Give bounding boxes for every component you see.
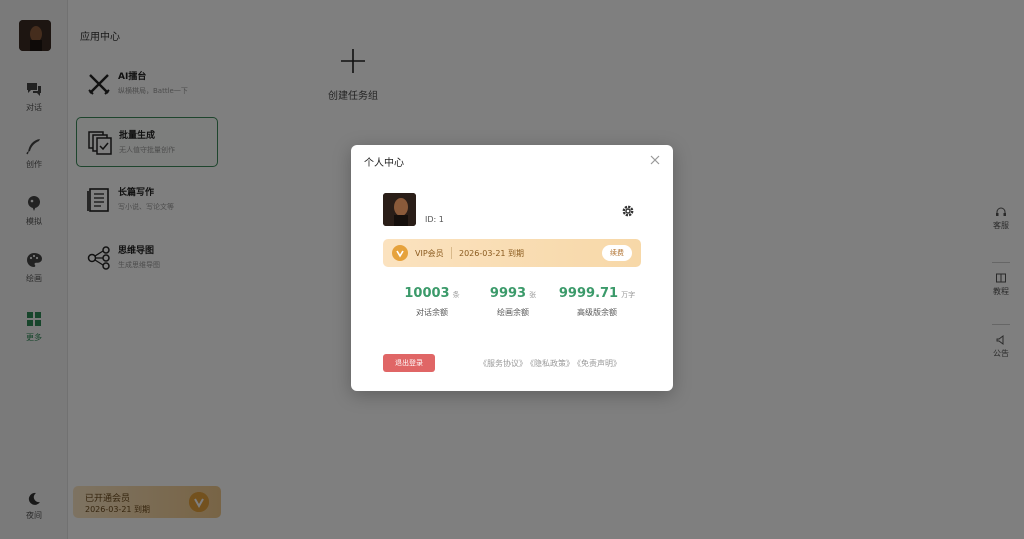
profile-avatar[interactable] — [383, 193, 416, 226]
renew-button[interactable]: 续费 — [602, 245, 632, 261]
stat-number: 10003 — [404, 286, 450, 301]
stat-advanced-balance: 9999.71 万字 高级版余额 — [552, 282, 642, 318]
stat-value: 10003 条 — [404, 286, 459, 301]
vip-badge-icon — [392, 245, 408, 261]
disclaimer-link[interactable]: 《免责声明》 — [577, 359, 621, 368]
stat-unit: 条 — [452, 291, 460, 299]
vip-expiry: 2026-03-21 到期 — [459, 249, 525, 258]
profile-modal: 个人中心 ID: 1 VIP会员 2026-03-21 到期 续费 10003 条… — [351, 145, 673, 391]
stat-number: 9999.71 — [558, 286, 619, 301]
stat-label: 高级版余额 — [577, 308, 617, 317]
divider — [451, 247, 452, 259]
stat-chat-balance: 10003 条 对话余额 — [387, 282, 477, 318]
privacy-policy-link[interactable]: 《隐私政策》 — [530, 359, 574, 368]
logout-button[interactable]: 退出登录 — [383, 354, 435, 372]
stat-label: 对话余额 — [416, 308, 448, 317]
close-icon[interactable] — [649, 154, 661, 166]
vip-label: VIP会员 — [415, 249, 444, 258]
user-id: ID: 1 — [425, 215, 444, 224]
stat-value: 9999.71 万字 — [559, 286, 635, 301]
stat-number: 9993 — [489, 286, 527, 301]
stat-unit: 张 — [529, 291, 537, 299]
modal-title: 个人中心 — [364, 158, 404, 169]
stat-unit: 万字 — [621, 291, 636, 299]
stat-draw-balance: 9993 张 绘画余额 — [468, 282, 558, 318]
terms-of-service-link[interactable]: 《服务协议》 — [479, 359, 527, 368]
stat-label: 绘画余额 — [497, 308, 529, 317]
stat-value: 9993 张 — [490, 286, 536, 301]
vip-status-bar: VIP会员 2026-03-21 到期 续费 — [383, 239, 641, 267]
legal-links: 《服务协议》 《隐私政策》 《免责声明》 — [476, 358, 621, 369]
gear-icon[interactable] — [621, 204, 635, 218]
